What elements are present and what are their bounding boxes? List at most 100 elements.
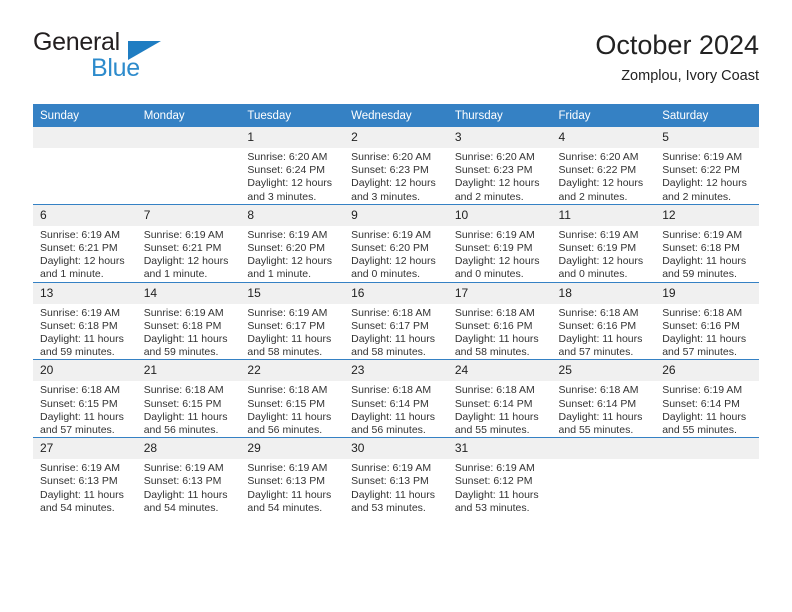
calendar-day-cell[interactable]: 30 Sunrise: 6:19 AM Sunset: 6:13 PM Dayligh… [344, 437, 448, 516]
calendar-week-row: 1 Sunrise: 6:20 AM Sunset: 6:24 PM Daylight… [33, 127, 759, 205]
daylight-duration-line1: Daylight: 11 hours [351, 410, 435, 423]
daylight-duration-line2: and 58 minutes. [247, 346, 323, 359]
daylight-duration-line1: Daylight: 11 hours [247, 410, 332, 423]
sunrise-time: Sunrise: 6:18 AM [143, 384, 224, 397]
calendar-day-cell[interactable]: 21 Sunrise: 6:18 AM Sunset: 6:15 PM Dayligh… [136, 359, 241, 438]
calendar-day-cell[interactable]: 29 Sunrise: 6:19 AM Sunset: 6:13 PM Dayligh… [240, 437, 345, 516]
daylight-duration-line2: and 2 minutes. [558, 190, 628, 203]
calendar-day-cell[interactable]: 17 Sunrise: 6:18 AM Sunset: 6:16 PM Dayligh… [447, 281, 552, 360]
day-details: Sunrise: 6:19 AM Sunset: 6:13 PM Daylight:… [240, 459, 344, 515]
calendar-body: 1 Sunrise: 6:20 AM Sunset: 6:24 PM Daylight… [33, 127, 759, 516]
daylight-duration-line1: Daylight: 12 hours [40, 255, 125, 268]
day-details: Sunrise: 6:18 AM Sunset: 6:14 PM Daylight:… [552, 381, 656, 437]
day-number: 26 [655, 360, 759, 382]
daylight-duration-line1: Daylight: 11 hours [351, 488, 435, 501]
calendar-day-cell[interactable]: 9 Sunrise: 6:19 AM Sunset: 6:20 PM Daylight… [344, 203, 448, 283]
calendar-day-cell[interactable]: 14 Sunrise: 6:19 AM Sunset: 6:18 PM Dayligh… [136, 281, 241, 360]
day-details: Sunrise: 6:19 AM Sunset: 6:18 PM Daylight:… [33, 304, 137, 360]
day-details: Sunrise: 6:19 AM Sunset: 6:21 PM Daylight:… [33, 226, 137, 282]
calendar-day-cell[interactable]: 22 Sunrise: 6:18 AM Sunset: 6:15 PM Dayligh… [240, 359, 345, 438]
calendar-day-cell[interactable]: 1 Sunrise: 6:20 AM Sunset: 6:24 PM Daylight… [240, 127, 345, 205]
day-details: Sunrise: 6:20 AM Sunset: 6:23 PM Daylight:… [448, 148, 552, 204]
day-number: 24 [447, 360, 552, 382]
day-number [33, 127, 137, 148]
calendar-day-cell[interactable]: 12 Sunrise: 6:19 AM Sunset: 6:18 PM Dayligh… [655, 203, 759, 283]
day-number: 19 [655, 282, 759, 304]
daylight-duration-line1: Daylight: 11 hours [662, 255, 747, 268]
sunset-time: Sunset: 6:17 PM [247, 319, 326, 332]
day-details: Sunrise: 6:19 AM Sunset: 6:19 PM Daylight:… [552, 226, 656, 282]
daylight-duration-line1: Daylight: 12 hours [351, 177, 436, 190]
calendar-day-cell[interactable]: 15 Sunrise: 6:19 AM Sunset: 6:17 PM Dayligh… [240, 281, 345, 360]
day-details: Sunrise: 6:19 AM Sunset: 6:12 PM Daylight:… [448, 459, 552, 515]
calendar-day-cell[interactable]: 5 Sunrise: 6:19 AM Sunset: 6:22 PM Daylight… [655, 127, 759, 205]
daylight-duration-line1: Daylight: 11 hours [247, 333, 332, 346]
sunrise-time: Sunrise: 6:19 AM [454, 228, 535, 241]
weekday-header-friday: Friday [551, 104, 656, 127]
calendar-day-cell[interactable]: 28 Sunrise: 6:19 AM Sunset: 6:13 PM Dayligh… [136, 437, 241, 516]
sunrise-time: Sunrise: 6:19 AM [143, 462, 224, 475]
calendar-day-cell[interactable]: 23 Sunrise: 6:18 AM Sunset: 6:14 PM Dayligh… [344, 359, 448, 438]
sunset-time: Sunset: 6:15 PM [40, 397, 118, 410]
sunset-time: Sunset: 6:14 PM [662, 397, 740, 410]
day-details: Sunrise: 6:18 AM Sunset: 6:14 PM Daylight:… [344, 381, 448, 437]
sunset-time: Sunset: 6:14 PM [351, 397, 429, 410]
daylight-duration-line2: and 54 minutes. [40, 501, 115, 514]
calendar-day-cell[interactable]: 24 Sunrise: 6:18 AM Sunset: 6:14 PM Dayligh… [447, 359, 552, 438]
calendar-day-cell[interactable]: 20 Sunrise: 6:18 AM Sunset: 6:15 PM Dayligh… [33, 359, 137, 438]
weekday-header-tuesday: Tuesday [240, 104, 345, 127]
day-number: 29 [240, 438, 345, 460]
sunrise-time: Sunrise: 6:18 AM [247, 384, 328, 397]
daylight-duration-line1: Daylight: 11 hours [247, 488, 332, 501]
day-number: 18 [551, 282, 656, 304]
daylight-duration-line2: and 58 minutes. [351, 346, 426, 359]
day-details: Sunrise: 6:19 AM Sunset: 6:20 PM Daylight:… [240, 226, 344, 282]
calendar-day-cell[interactable]: 26 Sunrise: 6:19 AM Sunset: 6:14 PM Dayligh… [655, 359, 759, 438]
day-details: Sunrise: 6:19 AM Sunset: 6:22 PM Daylight:… [655, 148, 759, 204]
calendar-day-cell[interactable]: 4 Sunrise: 6:20 AM Sunset: 6:22 PM Daylight… [551, 127, 656, 205]
sunset-time: Sunset: 6:20 PM [247, 242, 326, 255]
sunrise-time: Sunrise: 6:19 AM [247, 306, 328, 319]
calendar-day-cell[interactable]: 25 Sunrise: 6:18 AM Sunset: 6:14 PM Dayligh… [551, 359, 656, 438]
sunrise-time: Sunrise: 6:19 AM [662, 228, 743, 241]
calendar-day-cell[interactable]: 27 Sunrise: 6:19 AM Sunset: 6:13 PM Dayligh… [33, 437, 137, 516]
calendar-day-cell[interactable]: 8 Sunrise: 6:19 AM Sunset: 6:20 PM Daylight… [240, 203, 345, 283]
sunrise-time: Sunrise: 6:18 AM [454, 384, 535, 397]
calendar-day-cell[interactable]: 6 Sunrise: 6:19 AM Sunset: 6:21 PM Daylight… [33, 203, 137, 283]
page-header: General Blue October 2024 Zomplou, Ivory… [33, 28, 759, 96]
calendar-empty-cell [655, 437, 759, 516]
calendar-day-cell[interactable]: 11 Sunrise: 6:19 AM Sunset: 6:19 PM Dayligh… [551, 203, 656, 283]
general-blue-logo[interactable]: General Blue [33, 28, 283, 90]
calendar-week-row: 20 Sunrise: 6:18 AM Sunset: 6:15 PM Dayligh… [33, 359, 759, 438]
calendar-day-cell[interactable]: 19 Sunrise: 6:18 AM Sunset: 6:16 PM Dayligh… [655, 281, 759, 360]
calendar-day-cell[interactable]: 16 Sunrise: 6:18 AM Sunset: 6:17 PM Dayligh… [344, 281, 448, 360]
day-details: Sunrise: 6:19 AM Sunset: 6:21 PM Daylight:… [137, 226, 241, 282]
sunset-time: Sunset: 6:22 PM [558, 164, 637, 177]
daylight-duration-line1: Daylight: 11 hours [40, 333, 124, 346]
day-number: 3 [447, 127, 552, 148]
calendar-day-cell[interactable]: 2 Sunrise: 6:20 AM Sunset: 6:23 PM Daylight… [344, 127, 448, 205]
calendar-day-cell[interactable]: 10 Sunrise: 6:19 AM Sunset: 6:19 PM Dayligh… [447, 203, 552, 283]
daylight-duration-line1: Daylight: 11 hours [351, 333, 435, 346]
sunrise-time: Sunrise: 6:18 AM [351, 306, 432, 319]
day-number: 12 [655, 204, 759, 226]
sunset-time: Sunset: 6:19 PM [454, 242, 533, 255]
calendar-day-cell[interactable]: 3 Sunrise: 6:20 AM Sunset: 6:23 PM Daylight… [447, 127, 552, 205]
day-details: Sunrise: 6:18 AM Sunset: 6:15 PM Daylight:… [137, 381, 241, 437]
calendar-day-cell[interactable]: 7 Sunrise: 6:19 AM Sunset: 6:21 PM Daylight… [136, 203, 241, 283]
sunset-time: Sunset: 6:22 PM [662, 164, 740, 177]
sunset-time: Sunset: 6:20 PM [351, 242, 429, 255]
sunrise-time: Sunrise: 6:19 AM [40, 228, 120, 241]
sunset-time: Sunset: 6:14 PM [454, 397, 533, 410]
sunset-time: Sunset: 6:18 PM [40, 319, 118, 332]
calendar-day-cell[interactable]: 31 Sunrise: 6:19 AM Sunset: 6:12 PM Dayligh… [447, 437, 552, 516]
daylight-duration-line1: Daylight: 12 hours [558, 255, 644, 268]
daylight-duration-line2: and 55 minutes. [558, 424, 634, 437]
day-number: 6 [33, 204, 137, 226]
calendar-day-cell[interactable]: 18 Sunrise: 6:18 AM Sunset: 6:16 PM Dayligh… [551, 281, 656, 360]
sunrise-time: Sunrise: 6:19 AM [662, 384, 743, 397]
sunrise-time: Sunrise: 6:19 AM [247, 462, 328, 475]
sunrise-time: Sunrise: 6:18 AM [558, 306, 639, 319]
day-number: 5 [655, 127, 759, 148]
calendar-day-cell[interactable]: 13 Sunrise: 6:19 AM Sunset: 6:18 PM Dayligh… [33, 281, 137, 360]
